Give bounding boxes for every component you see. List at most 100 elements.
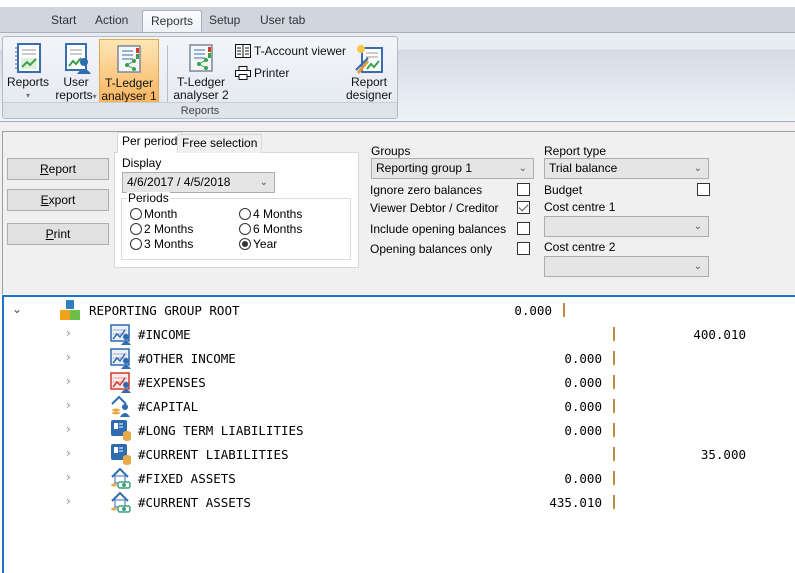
period-radio-month[interactable]: Month bbox=[130, 208, 177, 221]
opening-balances-only-label: Opening balances only bbox=[370, 242, 493, 256]
expand-chevron-icon[interactable]: › bbox=[66, 350, 71, 364]
column-separator bbox=[563, 303, 565, 317]
expand-chevron-icon[interactable]: › bbox=[66, 470, 71, 484]
tree-row-name: #EXPENSES bbox=[138, 375, 206, 390]
report-type-value: Trial balance bbox=[549, 161, 618, 175]
expand-chevron-icon[interactable]: › bbox=[66, 422, 71, 436]
t-ledger-analyser-2-button[interactable]: T-Ledger analyser 2 bbox=[171, 39, 231, 103]
tree-row[interactable]: › #EXPENSES 0.000 bbox=[4, 371, 795, 395]
report-type-select[interactable]: Trial balance ⌄ bbox=[544, 158, 709, 179]
tree-row-credit: 400.010 bbox=[693, 327, 746, 342]
tab-user-tab[interactable]: User tab bbox=[252, 10, 313, 32]
period-radio-2-months[interactable]: 2 Months bbox=[130, 223, 193, 236]
tree-row[interactable]: › #CURRENT LIABILITIES 35.000 bbox=[4, 443, 795, 467]
tree-root-row[interactable]: ⌄ REPORTING GROUP ROOT 0.000 bbox=[4, 299, 795, 323]
cost-centre-2-label: Cost centre 2 bbox=[544, 240, 616, 254]
column-separator bbox=[613, 447, 615, 461]
user-reports-label-line2: reports bbox=[55, 88, 93, 102]
cost-centre-1-select[interactable]: ⌄ bbox=[544, 216, 709, 237]
print-button-label: rint bbox=[53, 227, 71, 241]
chevron-down-icon: ⌄ bbox=[693, 261, 702, 272]
tree-row[interactable]: › #INCOME 400.010 bbox=[4, 323, 795, 347]
display-period-select[interactable]: 4/6/2017 / 4/5/2018 ⌄ bbox=[122, 172, 275, 193]
column-separator bbox=[613, 423, 615, 437]
expand-chevron-icon[interactable]: › bbox=[66, 494, 71, 508]
tree-row-debit: 0.000 bbox=[564, 471, 602, 486]
viewer-debtor-creditor-checkbox[interactable] bbox=[517, 201, 530, 214]
printer-button[interactable]: Printer bbox=[235, 64, 289, 82]
t-ledger-analyser-1-button[interactable]: T-Ledger analyser 1 bbox=[99, 39, 159, 103]
period-radio-year[interactable]: Year bbox=[239, 238, 277, 251]
tree-row-debit: 0.000 bbox=[564, 351, 602, 366]
report-button[interactable]: Report bbox=[7, 158, 109, 180]
t-account-viewer-icon bbox=[235, 44, 251, 58]
export-button-mnemonic: E bbox=[40, 193, 49, 207]
groups-select[interactable]: Reporting group 1 ⌄ bbox=[371, 158, 534, 179]
export-button[interactable]: Export bbox=[7, 189, 109, 211]
report-designer-label-line2: designer bbox=[345, 88, 393, 102]
report-chart-icon bbox=[15, 43, 41, 73]
tab-free-selection[interactable]: Free selection bbox=[177, 134, 263, 153]
tab-per-period[interactable]: Per period bbox=[117, 132, 183, 153]
expand-chevron-icon[interactable]: › bbox=[66, 326, 71, 340]
tree-row-name: #INCOME bbox=[138, 327, 191, 342]
user-reports-button[interactable]: User reports▾ bbox=[53, 39, 99, 103]
radio-circle bbox=[239, 223, 251, 235]
window-top-strip bbox=[0, 0, 795, 7]
groups-value: Reporting group 1 bbox=[376, 161, 473, 175]
reports-button-label: Reports bbox=[6, 75, 50, 89]
t-ledger-icon bbox=[117, 45, 141, 73]
tree-row[interactable]: › #CAPITAL 0.000 bbox=[4, 395, 795, 419]
period-radio-3-months[interactable]: 3 Months bbox=[130, 238, 193, 251]
period-radio-6-months[interactable]: 6 Months bbox=[239, 223, 302, 236]
tree-row[interactable]: › #CURRENT ASSETS 435.010 bbox=[4, 491, 795, 515]
tree-row[interactable]: › #FIXED ASSETS 0.000 bbox=[4, 467, 795, 491]
budget-checkbox[interactable] bbox=[697, 183, 710, 196]
tree-root-name: REPORTING GROUP ROOT bbox=[89, 303, 240, 318]
tree-root-debit: 0.000 bbox=[514, 303, 552, 318]
tree-row-credit: 35.000 bbox=[700, 447, 746, 462]
expand-chevron-icon[interactable]: › bbox=[66, 398, 71, 412]
cost-centre-2-select[interactable]: ⌄ bbox=[544, 256, 709, 277]
viewer-debtor-creditor-label: Viewer Debtor / Creditor bbox=[370, 201, 499, 215]
period-radio-4-months[interactable]: 4 Months bbox=[239, 208, 302, 221]
display-label: Display bbox=[122, 156, 162, 170]
budget-label: Budget bbox=[544, 183, 583, 197]
reports-button[interactable]: Reports ▾ bbox=[5, 39, 51, 103]
t-account-viewer-button[interactable]: T-Account viewer bbox=[235, 42, 346, 60]
tree-row-name: #FIXED ASSETS bbox=[138, 471, 236, 486]
t-account-viewer-label: T-Account viewer bbox=[254, 44, 347, 58]
period-2-months-label: 2 Months bbox=[144, 222, 194, 236]
column-separator bbox=[613, 351, 615, 365]
tree-row[interactable]: › #LONG TERM LIABILITIES 0.000 bbox=[4, 419, 795, 443]
tab-reports[interactable]: Reports bbox=[142, 10, 203, 32]
ledger-tree[interactable]: ⌄ REPORTING GROUP ROOT 0.000 › #INCOME 400… bbox=[2, 295, 795, 573]
expand-chevron-icon[interactable]: › bbox=[66, 374, 71, 388]
tab-setup[interactable]: Setup bbox=[201, 10, 248, 32]
include-opening-balances-checkbox[interactable] bbox=[517, 222, 530, 235]
income-chart-icon bbox=[110, 348, 131, 369]
t-ledger-2-label-line2: analyser 2 bbox=[173, 88, 229, 102]
ignore-zero-balances-checkbox[interactable] bbox=[517, 183, 530, 196]
column-separator bbox=[613, 495, 615, 509]
chevron-down-icon: ⌄ bbox=[259, 177, 268, 188]
tab-start[interactable]: Start bbox=[43, 10, 84, 32]
expand-chevron-icon[interactable]: › bbox=[66, 446, 71, 460]
ribbon-separator bbox=[167, 45, 168, 103]
tree-row[interactable]: › #OTHER INCOME 0.000 bbox=[4, 347, 795, 371]
print-button[interactable]: Print bbox=[7, 223, 109, 245]
chevron-down-icon: ▾ bbox=[25, 91, 30, 100]
display-period-value: 4/6/2017 / 4/5/2018 bbox=[127, 175, 231, 189]
ribbon-group-reports: Reports ▾ User reports▾ T-Ledger analyse… bbox=[2, 36, 398, 119]
tree-row-name: #CAPITAL bbox=[138, 399, 199, 414]
printer-label: Printer bbox=[254, 66, 290, 80]
collapse-chevron-icon[interactable]: ⌄ bbox=[12, 302, 22, 316]
tab-action[interactable]: Action bbox=[87, 10, 136, 32]
column-separator bbox=[613, 399, 615, 413]
opening-balances-only-checkbox[interactable] bbox=[517, 242, 530, 255]
report-designer-button[interactable]: Report designer bbox=[343, 39, 395, 103]
liabilities-icon bbox=[111, 444, 131, 465]
user-report-icon bbox=[65, 43, 91, 74]
radio-circle bbox=[130, 208, 142, 220]
column-separator bbox=[613, 375, 615, 389]
